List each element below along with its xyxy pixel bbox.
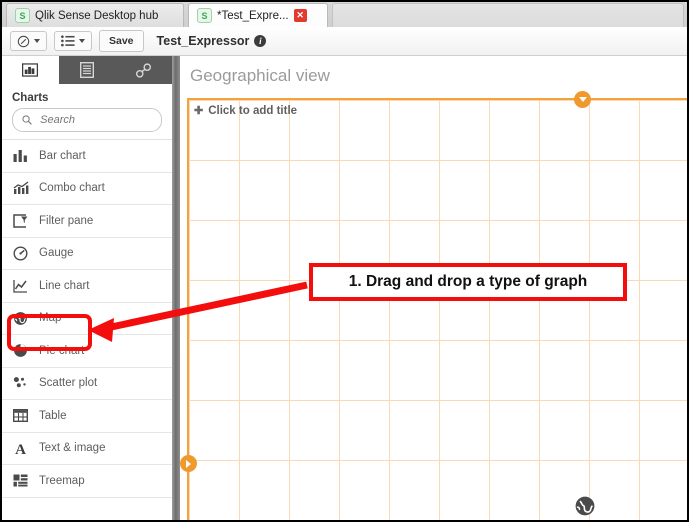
- chevron-down-icon: [34, 39, 40, 43]
- panel-divider[interactable]: [172, 56, 180, 520]
- save-button[interactable]: Save: [99, 30, 144, 52]
- gauge-icon: [12, 245, 29, 262]
- chart-item-table[interactable]: Table: [2, 400, 172, 433]
- chart-item-text-image[interactable]: A Text & image: [2, 433, 172, 465]
- qlik-sense-window: S Qlik Sense Desktop hub S *Test_Expre..…: [0, 0, 689, 522]
- plus-circle-icon: ✚: [194, 105, 204, 117]
- link-icon: [136, 62, 152, 78]
- sheet-title: Geographical view: [190, 66, 330, 85]
- add-title-placeholder[interactable]: ✚ Click to add title: [194, 104, 298, 118]
- chart-item-label: Filter pane: [39, 214, 94, 227]
- map-globe-icon: [575, 496, 595, 516]
- sheet-grid[interactable]: ✚ Click to add title Add dimensio: [180, 91, 687, 520]
- search-box[interactable]: [12, 108, 162, 132]
- chart-item-label: Bar chart: [39, 149, 86, 162]
- text-image-icon: A: [12, 440, 29, 457]
- combo-chart-icon: [12, 180, 29, 197]
- add-title-label: Click to add title: [208, 104, 298, 117]
- chevron-down-icon: [79, 39, 85, 43]
- annotation-highlight-map: [7, 314, 92, 351]
- qlik-logo-icon: S: [197, 8, 212, 23]
- chevron-down-icon: [578, 97, 587, 102]
- chart-item-filter-pane[interactable]: Filter pane: [2, 205, 172, 238]
- sheet-expand-handle-left[interactable]: [180, 455, 197, 472]
- browser-tab-test-expressor[interactable]: S *Test_Expre... ✕: [188, 3, 328, 27]
- sheet-list-icon: [61, 35, 75, 47]
- sheet-list-dropdown-button[interactable]: [54, 31, 92, 51]
- chart-item-label: Gauge: [39, 247, 74, 260]
- close-icon[interactable]: ✕: [293, 9, 307, 22]
- search-wrapper: [2, 108, 172, 139]
- search-icon: [22, 115, 32, 125]
- chart-item-label: Line chart: [39, 279, 90, 292]
- bar-chart-icon: [12, 147, 29, 164]
- object-placeholder-icon-wrap: [574, 495, 596, 520]
- chart-item-label: Combo chart: [39, 182, 105, 195]
- annotation-callout: 1. Drag and drop a type of graph: [309, 263, 627, 301]
- sheet-collapse-handle-top[interactable]: [574, 91, 591, 108]
- browser-tab-title: Qlik Sense Desktop hub: [35, 9, 159, 22]
- sidebar-tab-master-items[interactable]: [115, 56, 172, 84]
- browser-tab-hub[interactable]: S Qlik Sense Desktop hub: [6, 3, 184, 27]
- qlik-logo-icon: S: [15, 8, 30, 23]
- chart-item-label: Table: [39, 409, 67, 422]
- sidebar-tab-bar: [2, 56, 172, 84]
- chart-item-treemap[interactable]: Treemap: [2, 465, 172, 498]
- app-toolbar: Save Test_Expressor i: [2, 27, 687, 56]
- chart-item-line-chart[interactable]: Line chart: [2, 270, 172, 303]
- browser-tab-empty: [332, 3, 684, 27]
- app-title-text: Test_Expressor: [156, 34, 250, 48]
- browser-tab-strip: S Qlik Sense Desktop hub S *Test_Expre..…: [2, 2, 687, 28]
- chart-item-gauge[interactable]: Gauge: [2, 238, 172, 270]
- chart-item-label: Treemap: [39, 474, 85, 487]
- svg-text:A: A: [15, 442, 26, 456]
- filter-pane-icon: [12, 212, 29, 229]
- navigation-dropdown-button[interactable]: [10, 31, 47, 51]
- sidebar-tab-fields[interactable]: [59, 56, 116, 84]
- table-icon: [12, 407, 29, 424]
- chart-item-scatter-plot[interactable]: Scatter plot: [2, 368, 172, 400]
- sidebar-tab-charts[interactable]: [2, 56, 59, 84]
- app-title: Test_Expressor i: [157, 34, 267, 48]
- browser-tab-title: *Test_Expre...: [217, 9, 289, 22]
- sidebar-heading: Charts: [12, 92, 49, 104]
- bar-chart-icon: [22, 63, 39, 77]
- line-chart-icon: [12, 277, 29, 294]
- chevron-right-icon: [186, 459, 191, 468]
- scatter-plot-icon: [12, 375, 29, 392]
- compass-icon: [17, 35, 30, 47]
- search-input[interactable]: [38, 113, 152, 127]
- chart-item-combo-chart[interactable]: Combo chart: [2, 173, 172, 205]
- treemap-icon: [12, 472, 29, 489]
- fields-list-icon: [80, 62, 94, 78]
- assets-sidebar: Charts Bar chart: [2, 56, 172, 520]
- info-icon[interactable]: i: [254, 35, 267, 47]
- chart-item-bar-chart[interactable]: Bar chart: [2, 140, 172, 173]
- chart-item-label: Text & image: [39, 442, 106, 455]
- chart-item-label: Scatter plot: [39, 377, 98, 390]
